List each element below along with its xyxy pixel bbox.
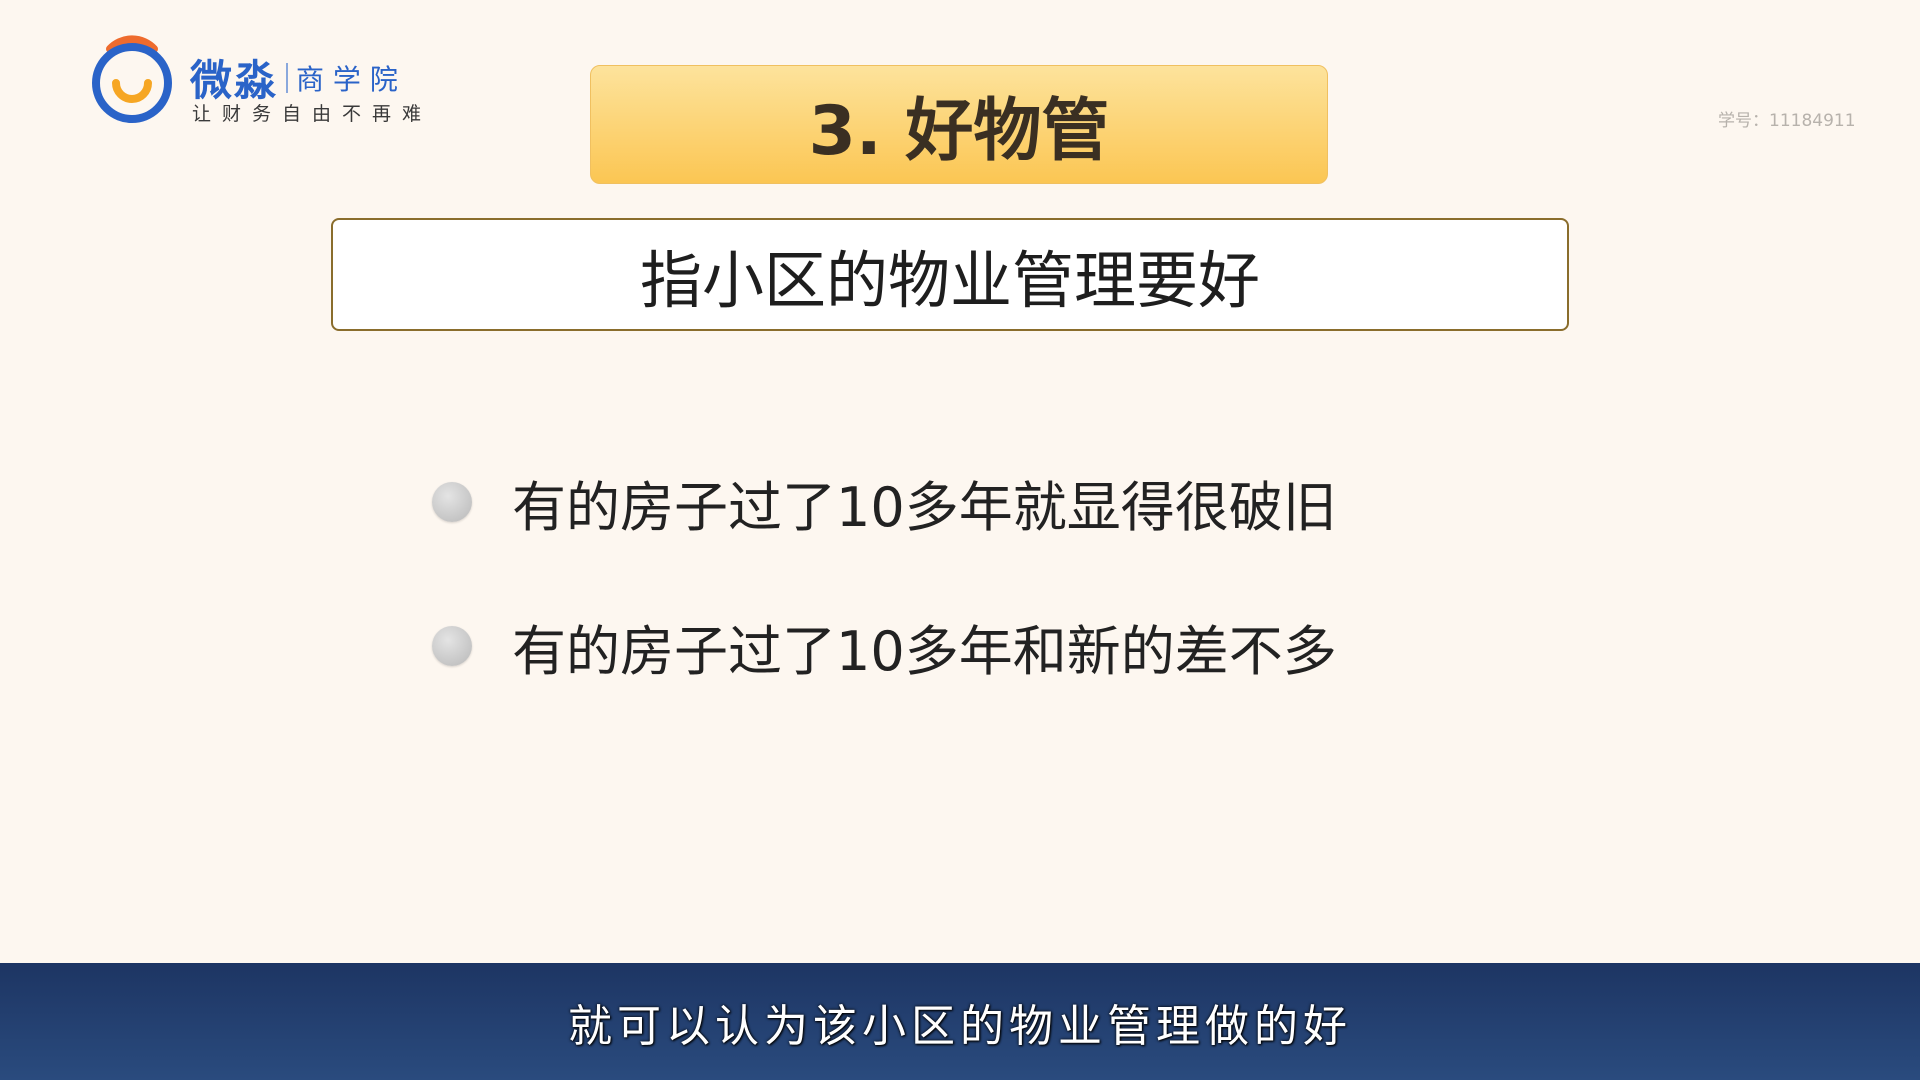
list-item: 有的房子过了10多年和新的差不多	[432, 606, 1532, 686]
subtitle-text: 就可以认为该小区的物业管理做的好	[568, 1000, 1352, 1052]
logo-slogan: 让财务自由不再难	[192, 103, 433, 125]
logo-mark-icon	[92, 35, 172, 123]
bullet-text: 有的房子过了10多年就显得很破旧	[512, 475, 1337, 539]
brand-logo: 微淼 商 学 院 让财务自由不再难	[90, 33, 450, 133]
slide-title: 3. 好物管	[590, 65, 1328, 184]
bullet-text: 有的房子过了10多年和新的差不多	[512, 619, 1337, 683]
bullet-dot-icon	[432, 482, 472, 522]
logo-sub-text: 商 学 院	[296, 62, 398, 96]
bullet-dot-icon	[432, 626, 472, 666]
bullet-list: 有的房子过了10多年就显得很破旧 有的房子过了10多年和新的差不多	[432, 462, 1532, 750]
subtitle-bar: 就可以认为该小区的物业管理做的好	[0, 963, 1920, 1080]
list-item: 有的房子过了10多年就显得很破旧	[432, 462, 1532, 542]
student-number: 学号：11184911	[1718, 111, 1856, 131]
logo-divider	[286, 62, 289, 93]
definition-box: 指小区的物业管理要好	[331, 218, 1569, 331]
